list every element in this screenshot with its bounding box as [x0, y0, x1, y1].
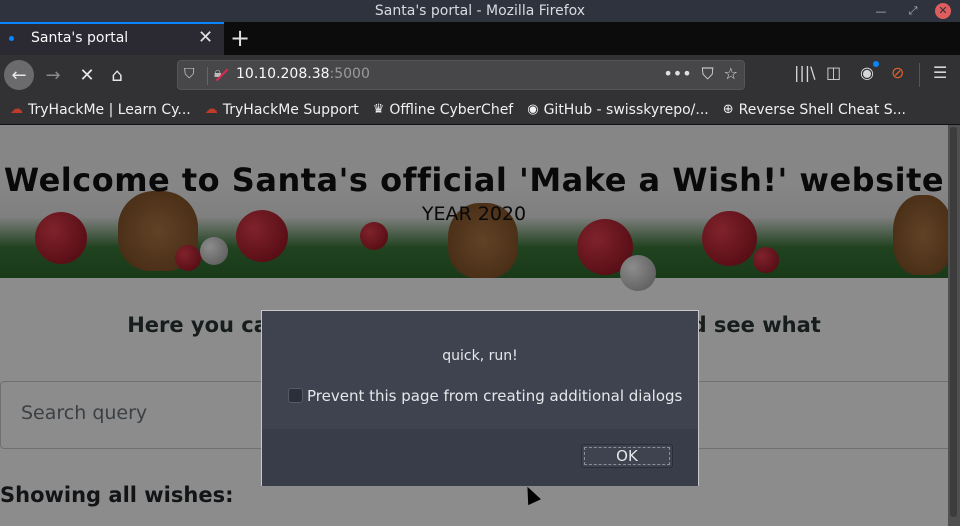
stop-x-icon: ✕: [79, 64, 95, 86]
dialog-footer: OK: [262, 429, 698, 486]
tryhackme-icon: ☁: [10, 102, 23, 117]
bookmark-tryhackme-support[interactable]: ☁ TryHackMe Support: [205, 102, 359, 118]
forward-button[interactable]: →: [38, 60, 68, 90]
tab-bar: Santa's portal ✕ +: [0, 22, 960, 55]
tab-close-icon[interactable]: ✕: [198, 27, 213, 48]
stop-button[interactable]: ✕: [72, 60, 102, 90]
github-icon: ◉: [527, 102, 539, 117]
url-host: 10.10.208.38: [236, 66, 330, 82]
sidebar-icon[interactable]: ◫: [826, 63, 841, 82]
home-icon: ⌂: [111, 64, 123, 86]
bookmark-github[interactable]: ◉ GitHub - swisskyrepo/...: [527, 102, 709, 118]
notification-dot: [873, 61, 879, 67]
account-icon[interactable]: ◉: [860, 61, 879, 82]
globe-icon: ⊕: [722, 102, 734, 117]
bookmark-label: TryHackMe | Learn Cy...: [28, 101, 191, 118]
alert-message: quick, run!: [442, 348, 518, 364]
ok-button[interactable]: OK: [581, 444, 673, 468]
scrollbar-thumb[interactable]: [950, 127, 957, 517]
bookmark-label: GitHub - swisskyrepo/...: [543, 101, 709, 118]
extension-icon[interactable]: ⊘: [891, 63, 904, 82]
shield-icon[interactable]: ⛉: [184, 66, 195, 82]
bookmark-cyberchef[interactable]: ♛ Offline CyberChef: [373, 102, 514, 118]
arrow-left-icon: ←: [11, 64, 27, 86]
alert-dialog: quick, run! Prevent this page from creat…: [261, 310, 699, 486]
bookmark-label: Offline CyberChef: [389, 101, 514, 118]
url-port: :5000: [329, 66, 370, 82]
bookmark-reverse-shell[interactable]: ⊕ Reverse Shell Cheat S...: [723, 102, 906, 118]
maximize-button[interactable]: ⤢: [904, 0, 922, 22]
new-tab-button[interactable]: +: [230, 23, 250, 53]
window-titlebar: Santa's portal - Mozilla Firefox: [0, 0, 960, 22]
prevent-dialogs-label[interactable]: Prevent this page from creating addition…: [307, 387, 682, 405]
bookmark-tryhackme-learn[interactable]: ☁ TryHackMe | Learn Cy...: [10, 102, 191, 118]
arrow-right-icon: →: [45, 64, 61, 86]
tab-label: Santa's portal: [31, 30, 129, 46]
pocket-icon[interactable]: ⛉: [702, 64, 714, 84]
tab-santas-portal[interactable]: Santa's portal ✕: [0, 22, 224, 55]
navigation-toolbar: ← → ✕ ⌂ ⛉ 🔒︎ 10.10.208.38:5000 ••• ⛉ ☆ |…: [0, 55, 960, 95]
tryhackme-icon: ☁: [204, 102, 218, 117]
bookmark-label: TryHackMe Support: [222, 101, 359, 118]
url-text[interactable]: 10.10.208.38:5000: [236, 66, 370, 82]
ok-button-label: OK: [584, 447, 670, 465]
back-button[interactable]: ←: [4, 60, 34, 90]
library-icon[interactable]: |||\: [794, 63, 816, 82]
home-button[interactable]: ⌂: [102, 60, 132, 90]
bookmark-label: Reverse Shell Cheat S...: [738, 101, 906, 118]
page-actions-icon[interactable]: •••: [663, 64, 691, 84]
prevent-dialogs-checkbox[interactable]: [288, 388, 303, 403]
url-bar[interactable]: ⛉ 🔒︎ 10.10.208.38:5000 ••• ⛉ ☆: [177, 60, 745, 90]
url-separator: [207, 67, 208, 85]
bookmarks-toolbar: ☁ TryHackMe | Learn Cy... ☁ TryHackMe Supp…: [0, 95, 960, 125]
minimize-button[interactable]: —: [872, 0, 890, 22]
hamburger-menu-icon[interactable]: ☰: [933, 63, 947, 82]
window-title: Santa's portal - Mozilla Firefox: [374, 3, 586, 19]
close-window-button[interactable]: ✕: [934, 0, 952, 22]
toolbar-divider: [919, 63, 920, 87]
bookmark-star-icon[interactable]: ☆: [724, 64, 738, 84]
chef-hat-icon: ♛: [372, 102, 385, 117]
loading-dot-icon: [9, 36, 14, 41]
close-icon: ✕: [935, 3, 951, 19]
